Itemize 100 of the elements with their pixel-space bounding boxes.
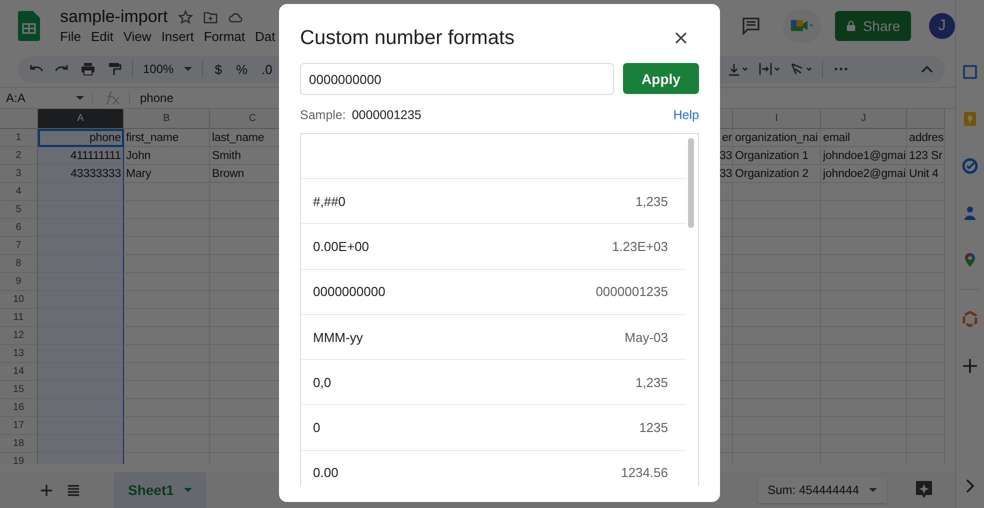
paint-format-icon[interactable] xyxy=(106,61,122,78)
account-avatar[interactable]: J xyxy=(929,12,956,39)
sheet-list-icon[interactable] xyxy=(67,484,80,496)
table-cell[interactable]: johndoe1@gmai xyxy=(821,147,908,166)
print-icon[interactable] xyxy=(80,61,96,78)
hexagon-addon-icon[interactable] xyxy=(962,311,978,327)
add-sheet-icon[interactable] xyxy=(40,484,53,496)
format-option[interactable]: #,##0 1,235 xyxy=(301,179,686,224)
row-header[interactable]: 9 xyxy=(0,273,38,292)
row-header[interactable]: 2 xyxy=(0,147,38,166)
explore-icon[interactable] xyxy=(915,480,934,500)
row-header[interactable]: 6 xyxy=(0,219,38,238)
text-wrap-icon[interactable] xyxy=(758,61,780,78)
column-header[interactable]: I xyxy=(733,109,822,130)
table-cell[interactable]: Organization 2 xyxy=(733,165,822,184)
table-cell[interactable]: 43333333 xyxy=(38,165,124,184)
row-header[interactable]: 10 xyxy=(0,291,38,310)
select-all-corner[interactable] xyxy=(0,109,38,130)
row-header[interactable]: 1 xyxy=(0,129,38,148)
menu-item[interactable]: File xyxy=(60,29,81,44)
table-cell[interactable] xyxy=(38,273,124,292)
menu-item[interactable]: Dat xyxy=(255,29,276,44)
table-cell[interactable] xyxy=(38,345,124,364)
row-header[interactable]: 13 xyxy=(0,345,38,364)
menu-item[interactable]: Format xyxy=(204,29,245,44)
table-cell[interactable] xyxy=(38,417,124,436)
row-header[interactable]: 8 xyxy=(0,255,38,274)
help-link[interactable]: Help xyxy=(673,108,699,122)
format-option[interactable]: MMM-yy May-03 xyxy=(301,314,686,360)
percent-format-button[interactable]: % xyxy=(234,62,250,77)
name-box[interactable]: A:A xyxy=(0,91,93,106)
table-cell[interactable]: organization_nai xyxy=(733,129,822,148)
table-cell[interactable] xyxy=(38,183,124,202)
caret-icon xyxy=(869,488,878,492)
table-cell[interactable]: 123 Sr xyxy=(907,147,946,166)
table-cell[interactable]: addres xyxy=(907,129,946,148)
row-header[interactable]: 4 xyxy=(0,183,38,202)
table-cell[interactable]: 411111111 xyxy=(38,147,124,166)
table-cell[interactable] xyxy=(38,237,124,256)
column-header[interactable]: B xyxy=(124,109,210,130)
add-icon[interactable] xyxy=(962,358,978,374)
row-header[interactable]: 5 xyxy=(0,201,38,220)
table-cell[interactable]: first_name xyxy=(124,129,210,148)
table-cell[interactable] xyxy=(38,381,124,400)
row-header[interactable]: 15 xyxy=(0,381,38,400)
menu-item[interactable]: View xyxy=(123,29,152,44)
table-cell[interactable] xyxy=(38,255,124,274)
row-header[interactable]: 14 xyxy=(0,363,38,382)
zoom-dropdown[interactable]: 100% xyxy=(143,62,192,76)
table-cell[interactable]: John xyxy=(124,147,210,166)
sum-dropdown[interactable]: Sum: 454444444 xyxy=(758,477,888,503)
scrollbar[interactable] xyxy=(688,138,694,228)
vertical-align-icon[interactable] xyxy=(726,61,748,78)
table-cell[interactable]: phone xyxy=(38,129,124,148)
table-cell[interactable] xyxy=(38,291,124,310)
format-option[interactable]: 0 1235 xyxy=(301,405,686,451)
table-cell[interactable] xyxy=(38,399,124,418)
column-header[interactable]: J xyxy=(821,109,908,130)
row-header[interactable]: 17 xyxy=(0,417,38,436)
sheets-logo-icon[interactable] xyxy=(18,10,40,41)
format-option[interactable]: 0.00 1234.56 xyxy=(301,450,686,486)
row-header[interactable]: 18 xyxy=(0,435,38,454)
lightbulb-icon[interactable] xyxy=(962,111,978,127)
share-button[interactable]: Share xyxy=(835,10,912,41)
row-header[interactable]: 16 xyxy=(0,399,38,418)
table-cell[interactable]: Unit 4 xyxy=(907,165,946,184)
video-call-button[interactable] xyxy=(783,8,822,43)
decrease-decimal-button[interactable]: .0 xyxy=(260,62,274,77)
column-header[interactable]: A xyxy=(38,109,124,130)
star-icon[interactable] xyxy=(178,10,193,25)
formula-input[interactable]: phone xyxy=(130,91,174,106)
format-option[interactable]: 0,0 1,235 xyxy=(301,360,686,406)
table-cell[interactable] xyxy=(38,435,124,454)
apply-button[interactable]: Apply xyxy=(623,63,699,94)
menu-item[interactable]: Insert xyxy=(161,29,194,44)
table-cell[interactable]: email xyxy=(821,129,908,148)
format-option[interactable]: 0.00E+00 1.23E+03 xyxy=(301,224,686,270)
row-header[interactable]: 11 xyxy=(0,309,38,328)
currency-format-button[interactable]: $ xyxy=(212,62,224,77)
contacts-icon[interactable] xyxy=(962,205,978,221)
table-cell[interactable] xyxy=(38,363,124,382)
row-header[interactable]: 12 xyxy=(0,327,38,346)
column-header[interactable] xyxy=(907,109,946,130)
table-cell[interactable] xyxy=(38,327,124,346)
tasks-icon[interactable] xyxy=(962,158,978,174)
format-option[interactable]: 0000000000 0000001235 xyxy=(301,270,686,315)
table-cell[interactable] xyxy=(38,201,124,220)
table-cell[interactable] xyxy=(38,309,124,328)
table-cell[interactable]: Mary xyxy=(124,165,210,184)
format-input-field[interactable]: 0000000000 xyxy=(300,63,614,95)
row-header[interactable]: 3 xyxy=(0,165,38,184)
menu-item[interactable]: Edit xyxy=(90,29,114,44)
sheet-tab[interactable]: Sheet1 xyxy=(114,472,206,508)
table-cell[interactable]: Organization 1 xyxy=(733,147,822,166)
comment-icon[interactable] xyxy=(741,16,762,36)
table-cell[interactable] xyxy=(38,219,124,238)
folder-icon[interactable] xyxy=(202,10,218,25)
row-header[interactable]: 7 xyxy=(0,237,38,256)
table-cell[interactable]: johndoe2@gmai xyxy=(821,165,908,184)
document-title[interactable]: sample-import xyxy=(60,7,168,28)
